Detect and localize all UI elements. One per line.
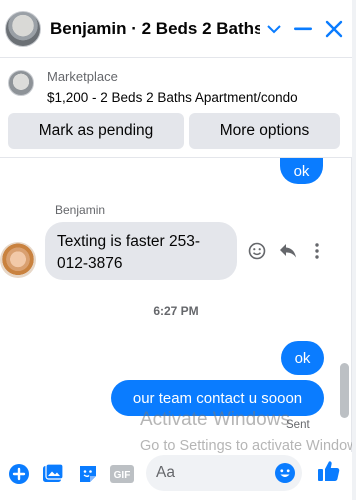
message-composer: GIF — [0, 452, 352, 500]
react-emoji-icon[interactable] — [246, 240, 268, 262]
gif-icon[interactable]: GIF — [110, 462, 134, 486]
message-bubble-incoming[interactable]: Texting is faster 253-012-3876 — [45, 222, 237, 280]
window-edge — [352, 0, 356, 500]
chevron-down-icon[interactable] — [260, 15, 288, 43]
more-options-button[interactable]: More options — [189, 113, 340, 149]
emoji-icon[interactable] — [274, 462, 296, 484]
chat-header: Benjamin · 2 Beds 2 Baths ... — [0, 0, 352, 58]
minimize-icon[interactable] — [289, 15, 317, 43]
avatar[interactable] — [0, 242, 36, 278]
activation-watermark-title: Activate Windows — [140, 409, 290, 430]
marketplace-label: Marketplace — [47, 69, 118, 84]
message-bubble-outgoing[interactable]: ok — [281, 341, 324, 375]
close-icon[interactable] — [320, 15, 348, 43]
message-input-container — [146, 455, 302, 491]
more-actions-icon[interactable] — [306, 240, 328, 262]
chat-window: Benjamin · 2 Beds 2 Baths ... Marketplac… — [0, 0, 356, 500]
scrollbar-thumb[interactable] — [340, 363, 349, 418]
activation-watermark-hint: Go to Settings to activate Windows. — [140, 438, 356, 454]
reply-icon[interactable] — [277, 240, 299, 262]
message-input[interactable] — [156, 455, 266, 491]
svg-text:GIF: GIF — [114, 470, 131, 481]
plus-circle-icon[interactable] — [7, 462, 31, 486]
chat-title[interactable]: Benjamin · 2 Beds 2 Baths ... — [50, 19, 260, 39]
message-bubble-outgoing[interactable]: ok — [280, 158, 323, 184]
message-timestamp: 6:27 PM — [153, 304, 199, 318]
thumbs-up-icon[interactable] — [317, 459, 341, 483]
listing-thumbnail[interactable] — [8, 70, 34, 96]
listing-title[interactable]: $1,200 - 2 Beds 2 Baths Apartment/condo — [47, 90, 298, 105]
sender-name: Benjamin — [55, 203, 106, 217]
photo-icon[interactable] — [41, 462, 65, 486]
listing-avatar[interactable] — [5, 10, 41, 47]
sticker-icon[interactable] — [76, 462, 100, 486]
marketplace-card: Marketplace $1,200 - 2 Beds 2 Baths Apar… — [0, 58, 352, 158]
mark-as-pending-button[interactable]: Mark as pending — [8, 113, 184, 149]
